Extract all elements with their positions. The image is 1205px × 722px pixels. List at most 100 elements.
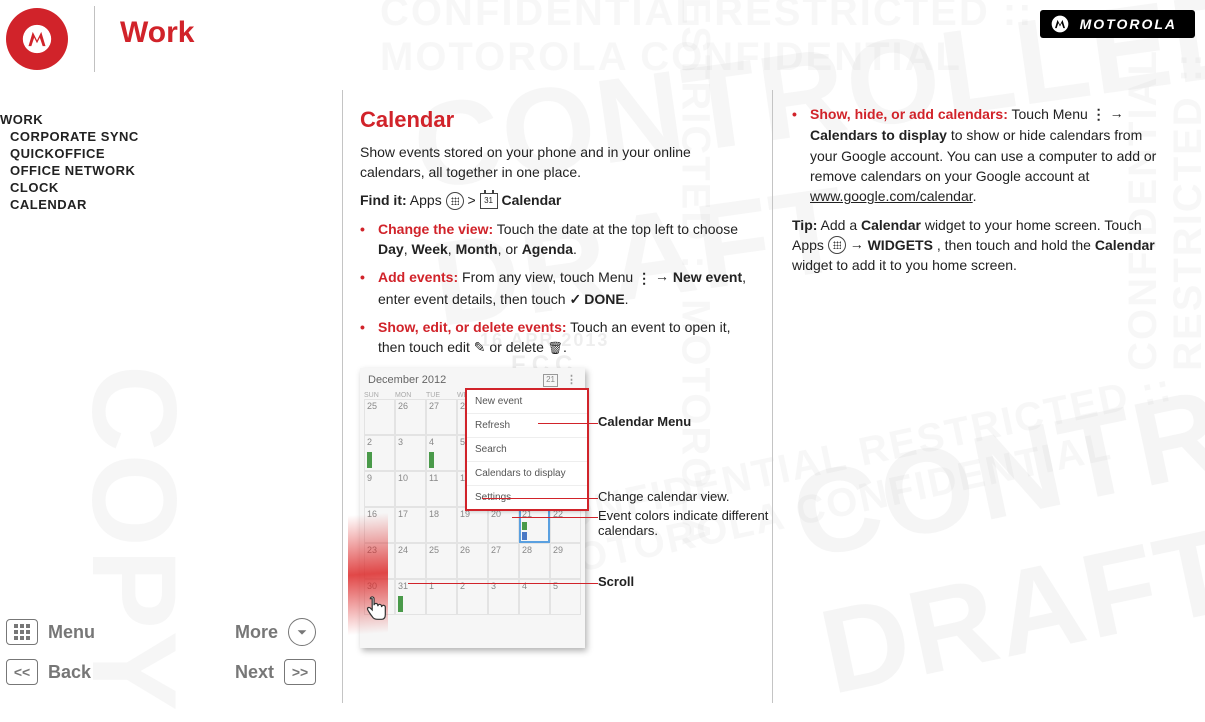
calendar-cell: 24: [395, 543, 426, 579]
bullet-edit-delete: Show, edit, or delete events: Touch an e…: [372, 317, 750, 358]
day-mon: MON: [395, 392, 426, 399]
tip-label: Tip:: [792, 217, 817, 233]
menu-button[interactable]: [6, 619, 38, 645]
calendar-cell: 27: [426, 399, 457, 435]
google-calendar-link[interactable]: www.google.com/calendar: [810, 188, 973, 204]
leader-line: [538, 423, 598, 424]
done-label: DONE: [569, 291, 624, 307]
nav-buttons: Menu More << Back Next >>: [6, 616, 316, 688]
brand-logo-circle: [6, 8, 68, 70]
callout-change-label: Change calendar view.: [598, 489, 730, 504]
calendar-cell: 2: [457, 579, 488, 615]
bullet-show-hide-body1: Touch Menu: [1012, 106, 1092, 122]
calendar-cell: 25: [426, 543, 457, 579]
tip-paragraph: Tip: Add a Calendar widget to your home …: [792, 215, 1172, 276]
calendar-cell: 2: [364, 435, 395, 471]
arrow-icon-2: →: [1110, 103, 1124, 123]
next-label[interactable]: Next: [161, 662, 284, 683]
double-chevron-left-icon: <<: [14, 664, 30, 680]
calendar-overflow-menu: New event Refresh Search Calendars to di…: [467, 390, 587, 509]
day-tue: TUE: [426, 392, 457, 399]
brand-text: MOTOROLA: [1080, 16, 1177, 32]
bullet-edit-delete-body2: or delete: [489, 339, 547, 355]
callout-menu-label: Calendar Menu: [598, 414, 691, 429]
calendar-cell: 20: [488, 507, 519, 543]
double-chevron-right-icon: >>: [292, 664, 308, 680]
calendar-cell: 3: [488, 579, 519, 615]
bullet-add-events-title: Add events:: [378, 269, 458, 285]
chevron-down-icon: [295, 625, 309, 639]
section-heading-calendar: Calendar: [360, 104, 750, 136]
bullet-change-view-title: Change the view:: [378, 221, 493, 237]
calendar-cell: 26: [457, 543, 488, 579]
callout-change-view: Change calendar view.: [598, 489, 778, 504]
calendar-cell: 4: [426, 435, 457, 471]
table-of-contents: Work Corporate sync Quickoffice Office n…: [0, 110, 180, 214]
tip-t1: Add a: [821, 217, 861, 233]
brand-badge: MOTOROLA: [1040, 10, 1195, 38]
callout-colors-label: Event colors indicate different calendar…: [598, 508, 778, 538]
watermark-draft2: CONTROLLED DRAFT: [781, 274, 1205, 721]
page-title: Work: [120, 16, 194, 50]
bullet-change-view-body: Touch the date at the top left to choose: [497, 221, 738, 237]
calendar-cell: 27: [488, 543, 519, 579]
tip-t3: , then touch and hold the: [937, 237, 1095, 253]
calendar-cell: 29: [550, 543, 581, 579]
bullet-add-events-body1: From any view, touch Menu: [462, 269, 637, 285]
menu-label[interactable]: Menu: [38, 622, 163, 643]
menu-item-calendars-to-display[interactable]: Calendars to display: [467, 462, 587, 486]
find-it-calendar: Calendar: [501, 192, 561, 208]
back-label[interactable]: Back: [38, 662, 161, 683]
back-button[interactable]: <<: [6, 659, 38, 685]
menu-item-search[interactable]: Search: [467, 438, 587, 462]
bullet-show-hide-title: Show, hide, or add calendars:: [810, 106, 1008, 122]
overflow-menu-icon: ⋮: [637, 268, 651, 288]
more-label[interactable]: More: [163, 622, 288, 643]
toc-item-office-network[interactable]: Office network: [10, 163, 180, 178]
calendar-cell: 25: [364, 399, 395, 435]
calendar-screenshot: December 2012 21 ⋮ SUN MON TUE WED THU F…: [360, 368, 585, 648]
tip-calendar-2: Calendar: [1095, 237, 1155, 253]
calendar-cell: 26: [395, 399, 426, 435]
tip-t4: widget to add it to you home screen.: [792, 257, 1017, 273]
grid-icon: [13, 623, 31, 641]
calendar-cell: 28: [519, 543, 550, 579]
pencil-icon: [474, 339, 486, 355]
day-sun: SUN: [364, 392, 395, 399]
view-week: Week: [411, 241, 447, 257]
overflow-menu-icon-2: ⋮: [1092, 104, 1106, 124]
calendar-cell: 3: [395, 435, 426, 471]
toc-item-quickoffice[interactable]: Quickoffice: [10, 146, 180, 161]
find-it-apps: Apps: [410, 192, 442, 208]
callout-scroll-label: Scroll: [598, 574, 634, 589]
toc-item-clock[interactable]: Clock: [10, 180, 180, 195]
calendar-cell: 22: [550, 507, 581, 543]
view-agenda: Agenda: [522, 241, 573, 257]
calendar-cell: 5: [550, 579, 581, 615]
new-event-label: New event: [673, 269, 742, 285]
calendar-cell: 1: [426, 579, 457, 615]
calendars-to-display-label: Calendars to display: [810, 127, 947, 143]
calendar-icon: 31: [480, 193, 498, 209]
arrow-icon: →: [655, 266, 669, 286]
header-divider: [94, 6, 95, 72]
tip-widgets: WIDGETS: [868, 237, 933, 253]
callouts: Calendar Menu Change calendar view. Even…: [598, 368, 778, 593]
bullet-add-events: Add events: From any view, touch Menu ⋮ …: [372, 267, 750, 309]
bullet-edit-delete-title: Show, edit, or delete events:: [378, 319, 567, 335]
more-button[interactable]: [288, 618, 316, 646]
menu-item-refresh[interactable]: Refresh: [467, 414, 587, 438]
find-it-label: Find it:: [360, 192, 407, 208]
toc-item-calendar[interactable]: Calendar: [10, 197, 180, 212]
trash-icon: [548, 339, 563, 355]
toc-heading[interactable]: Work: [0, 112, 180, 127]
toc-item-corporate-sync[interactable]: Corporate sync: [10, 129, 180, 144]
next-button[interactable]: >>: [284, 659, 316, 685]
bullet-change-view: Change the view: Touch the date at the t…: [372, 219, 750, 260]
calendar-cell: 9: [364, 471, 395, 507]
today-icon: 21: [543, 374, 558, 387]
calendar-cell: 10: [395, 471, 426, 507]
menu-item-new-event[interactable]: New event: [467, 390, 587, 414]
bullet-show-hide: Show, hide, or add calendars: Touch Menu…: [804, 104, 1172, 207]
calendar-cell: 21: [519, 507, 550, 543]
